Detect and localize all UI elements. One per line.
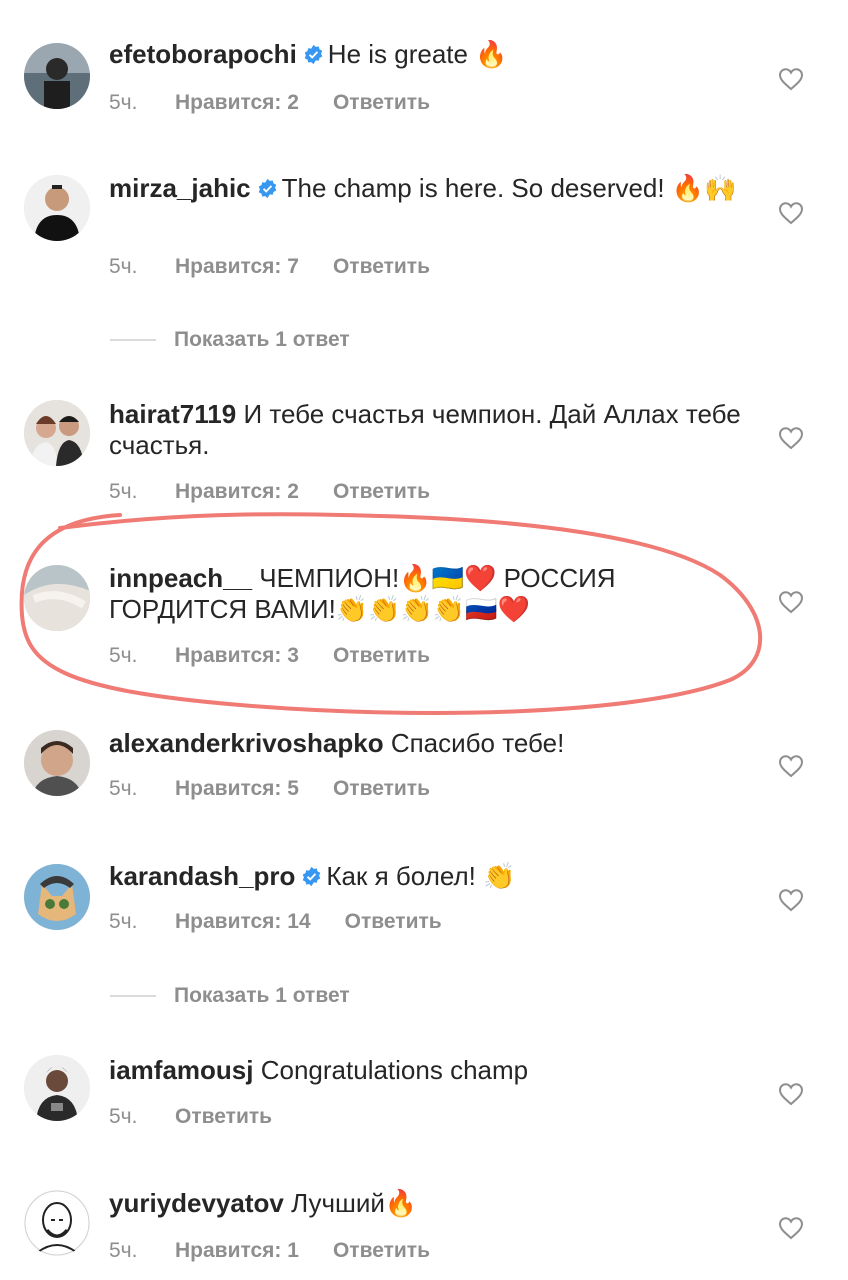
heart-icon[interactable]	[778, 888, 804, 912]
comment-text: The champ is here. So deserved! 🔥🙌	[281, 173, 737, 203]
comment-text: Как я болел! 👏	[326, 861, 516, 891]
username[interactable]: iamfamousj	[109, 1055, 254, 1085]
reply-button[interactable]: Ответить	[333, 777, 430, 801]
comment-likes[interactable]: Нравится: 2	[175, 480, 299, 504]
username[interactable]: karandash_pro	[109, 861, 295, 891]
comment-time: 5ч.	[109, 910, 138, 933]
comment-time: 5ч.	[109, 777, 138, 800]
username[interactable]: mirza_jahic	[109, 173, 251, 203]
avatar[interactable]	[24, 400, 90, 466]
reply-button[interactable]: Ответить	[345, 910, 442, 934]
comment-likes[interactable]: Нравится: 5	[175, 777, 299, 801]
divider-line	[110, 339, 156, 342]
show-replies-label: Показать 1 ответ	[174, 328, 350, 351]
reply-button[interactable]: Ответить	[333, 644, 430, 668]
comment-time: 5ч.	[109, 480, 138, 503]
heart-icon[interactable]	[778, 1216, 804, 1240]
heart-icon[interactable]	[778, 590, 804, 614]
username[interactable]: yuriydevyatov	[109, 1188, 284, 1218]
username[interactable]: efetoborapochi	[109, 39, 297, 69]
divider-line	[110, 995, 156, 998]
comment-text: Лучший🔥	[291, 1188, 418, 1218]
show-replies-label: Показать 1 ответ	[174, 984, 350, 1007]
comment-time: 5ч.	[109, 91, 138, 114]
heart-icon[interactable]	[778, 1082, 804, 1106]
reply-button[interactable]: Ответить	[175, 1105, 272, 1129]
show-replies-button[interactable]: Показать 1 ответ	[110, 984, 350, 1008]
comment-likes[interactable]: Нравится: 2	[175, 91, 299, 115]
heart-icon[interactable]	[778, 426, 804, 450]
heart-icon[interactable]	[778, 201, 804, 225]
avatar[interactable]	[24, 864, 90, 930]
comment-likes[interactable]: Нравится: 7	[175, 255, 299, 279]
comment-likes[interactable]: Нравится: 3	[175, 644, 299, 668]
comment-text: Congratulations champ	[260, 1055, 529, 1085]
comment-likes[interactable]: Нравится: 1	[175, 1239, 299, 1263]
reply-button[interactable]: Ответить	[333, 1239, 430, 1263]
verified-badge-icon	[304, 44, 323, 65]
avatar[interactable]	[24, 1190, 90, 1256]
avatar[interactable]	[24, 565, 90, 631]
avatar[interactable]	[24, 43, 90, 109]
show-replies-button[interactable]: Показать 1 ответ	[110, 328, 350, 352]
avatar[interactable]	[24, 1055, 90, 1121]
comment-text: Спасибо тебе!	[390, 728, 565, 758]
verified-badge-icon	[258, 178, 276, 199]
username[interactable]: hairat7119	[109, 399, 236, 429]
comment-time: 5ч.	[109, 1239, 138, 1262]
avatar[interactable]	[24, 175, 90, 241]
comment-time: 5ч.	[109, 644, 138, 667]
comment-time: 5ч.	[109, 255, 138, 278]
heart-icon[interactable]	[778, 754, 804, 778]
verified-badge-icon	[303, 866, 321, 887]
comment-likes[interactable]: Нравится: 14	[175, 910, 311, 934]
comment-time: 5ч.	[109, 1105, 138, 1128]
reply-button[interactable]: Ответить	[333, 255, 430, 279]
username[interactable]: alexanderkrivoshapko	[109, 728, 384, 758]
reply-button[interactable]: Ответить	[333, 480, 430, 504]
username[interactable]: innpeach__	[109, 563, 252, 593]
avatar[interactable]	[24, 730, 90, 796]
heart-icon[interactable]	[778, 67, 804, 91]
comment-text: He is greate 🔥	[327, 39, 508, 69]
reply-button[interactable]: Ответить	[333, 91, 430, 115]
